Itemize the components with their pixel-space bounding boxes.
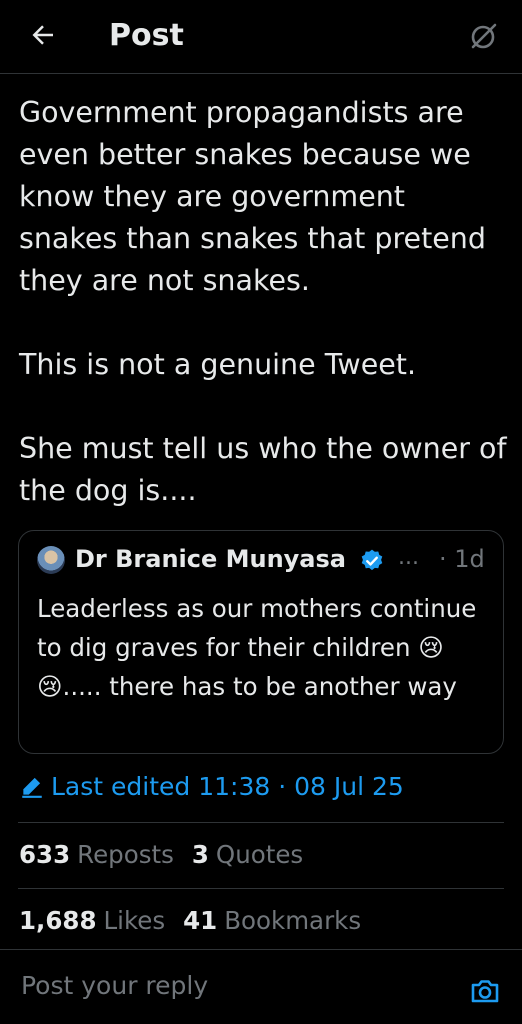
camera-icon <box>471 980 499 1003</box>
reply-bar <box>0 949 522 1024</box>
bookmarks-count: 41 <box>183 906 218 935</box>
arrow-left-icon <box>32 25 53 45</box>
quote-author-name[interactable]: Dr Branice Munyasa <box>75 545 346 573</box>
divider <box>18 888 504 889</box>
quote-text: Leaderless as our mothers continue to di… <box>37 594 477 701</box>
engagement-row-1: 633 Reposts 3 Quotes <box>19 840 321 869</box>
page-title: Post <box>109 18 184 53</box>
likes-count: 1,688 <box>19 906 97 935</box>
quote-timestamp: · 1d <box>439 545 485 573</box>
quotes-label: Quotes <box>215 840 304 869</box>
back-button[interactable] <box>28 20 58 50</box>
reposts-label: Reposts <box>77 840 174 869</box>
reply-input[interactable] <box>19 970 443 1001</box>
bookmarks-stat[interactable]: 41 Bookmarks <box>183 906 361 935</box>
reposts-count: 633 <box>19 840 71 869</box>
quote-ellipsis: ... <box>398 545 419 570</box>
engagement-row-2: 1,688 Likes 41 Bookmarks <box>19 906 379 935</box>
last-edited-label: Last edited 11:38 · 08 Jul 25 <box>51 771 404 801</box>
avatar[interactable] <box>37 546 65 574</box>
grok-icon <box>471 23 497 49</box>
quoted-post[interactable]: Dr Branice Munyasa ... · 1d Leaderless a… <box>18 530 504 754</box>
last-edited-link[interactable]: Last edited 11:38 · 08 Jul 25 <box>19 766 404 806</box>
edit-pencil-icon <box>22 777 42 798</box>
bookmarks-label: Bookmarks <box>224 906 362 935</box>
post-text: Government propagandists are even better… <box>19 96 507 507</box>
quotes-count: 3 <box>191 840 209 869</box>
divider <box>18 822 504 823</box>
likes-stat[interactable]: 1,688 Likes <box>19 906 165 935</box>
likes-label: Likes <box>103 906 166 935</box>
top-bar: Post <box>0 0 522 74</box>
camera-button[interactable] <box>469 975 501 1007</box>
quotes-stat[interactable]: 3 Quotes <box>192 840 303 869</box>
verified-badge-icon <box>361 549 383 571</box>
grok-button[interactable] <box>468 20 500 52</box>
reposts-stat[interactable]: 633 Reposts <box>19 840 174 869</box>
